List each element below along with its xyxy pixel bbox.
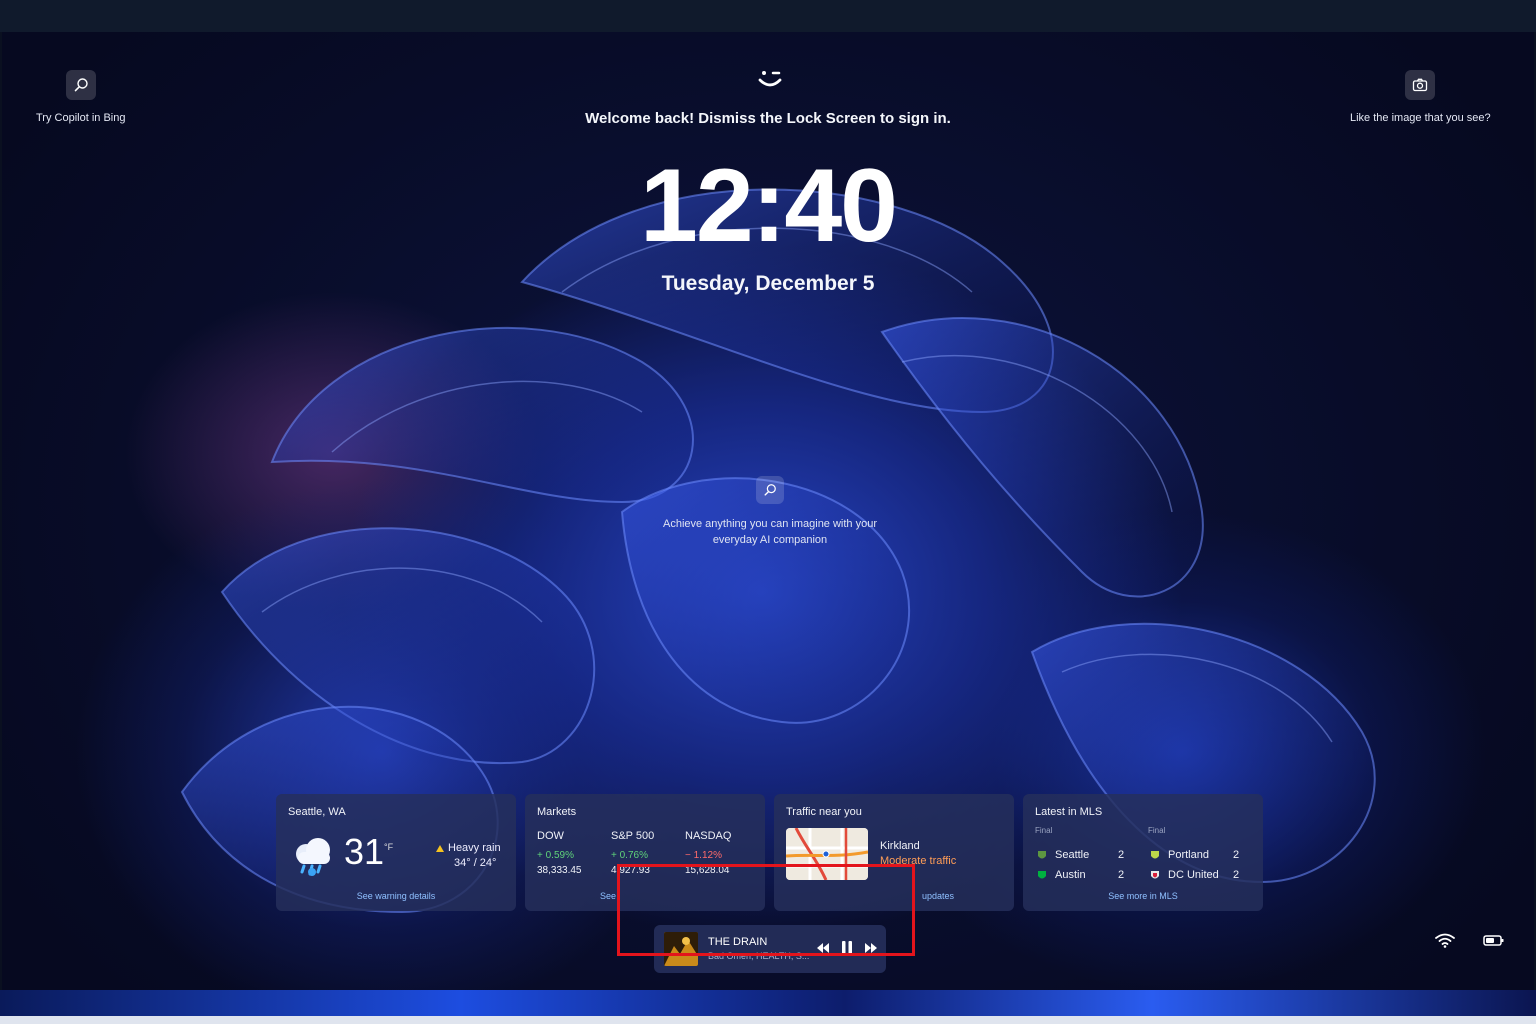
window-frame-top [0, 0, 1536, 32]
search-icon [74, 78, 88, 92]
portland-crest-icon [1151, 850, 1159, 858]
weather-warning-link[interactable]: See warning details [276, 891, 516, 901]
camera-button[interactable] [1405, 70, 1436, 100]
welcome-message: Welcome back! Dismiss the Lock Screen to… [585, 110, 951, 127]
traffic-link[interactable]: updates [922, 891, 954, 901]
mls-widget[interactable]: Latest in MLS Final Final Seattle 2 Aust… [1023, 794, 1263, 911]
match-status: Final [1035, 826, 1053, 835]
weather-unit: °F [384, 842, 394, 852]
team-name: DC United [1168, 869, 1219, 881]
copilot-search-button[interactable] [65, 70, 96, 100]
market-change: + 0.59% [537, 850, 574, 861]
market-change: + 0.76% [611, 850, 648, 861]
lock-screen[interactable]: Try Copilot in Bing Like the image that … [2, 32, 1534, 990]
warning-icon [436, 844, 444, 852]
market-name: S&P 500 [611, 830, 655, 842]
team-score: 2 [1118, 849, 1125, 861]
market-change: − 1.12% [685, 850, 722, 861]
team-row: Portland 2 [1150, 849, 1250, 861]
media-player-highlight-box [617, 864, 915, 956]
ai-companion-button[interactable] [756, 476, 784, 504]
weather-condition: Heavy rain [436, 842, 501, 854]
window-frame-bottom-strip [0, 1016, 1536, 1024]
search-icon [764, 484, 776, 496]
markets-title: Markets [537, 806, 577, 818]
battery-icon[interactable] [1483, 932, 1505, 948]
lock-clock: 12:40 [640, 148, 898, 264]
austin-crest-icon [1038, 870, 1046, 878]
traffic-city: Kirkland [880, 840, 920, 852]
weather-location: Seattle, WA [288, 806, 346, 818]
ai-companion-prompt-line1: Achieve anything you can imagine with yo… [662, 518, 877, 530]
team-name: Portland [1168, 849, 1209, 861]
mls-link[interactable]: See more in MLS [1023, 891, 1263, 901]
weather-temperature: 31 [344, 831, 385, 872]
team-name: Seattle [1055, 849, 1090, 861]
traffic-title: Traffic near you [786, 806, 862, 818]
team-row: DC United 2 [1150, 869, 1250, 881]
market-value: 38,333.45 [537, 865, 582, 876]
mls-title: Latest in MLS [1035, 806, 1103, 818]
weather-range: 34° / 24° [454, 857, 497, 869]
ai-companion-prompt-line2: everyday AI companion [712, 534, 828, 546]
markets-link[interactable]: See [600, 891, 616, 901]
market-name: NASDAQ [685, 830, 732, 842]
wifi-icon[interactable] [1434, 932, 1456, 948]
face-sign-in-icon [758, 71, 782, 87]
weather-widget[interactable]: Seattle, WA 31 °F Heavy rain 34° / 24° S… [276, 794, 516, 911]
camera-icon [1413, 78, 1428, 92]
team-row: Austin 2 [1037, 869, 1137, 881]
team-score: 2 [1233, 849, 1240, 861]
ai-companion-prompt: Achieve anything you can imagine with yo… [632, 516, 908, 548]
team-score: 2 [1118, 869, 1125, 881]
dc-united-crest-icon [1151, 870, 1159, 878]
weather-condition-text: Heavy rain [448, 842, 501, 854]
lock-date: Tuesday, December 5 [661, 272, 875, 295]
team-row: Seattle 2 [1037, 849, 1137, 861]
heavy-rain-icon [296, 838, 330, 876]
market-name: DOW [537, 830, 564, 842]
match-status: Final [1148, 826, 1166, 835]
seattle-crest-icon [1038, 850, 1046, 858]
team-score: 2 [1233, 869, 1240, 881]
market-dow: DOW + 0.59% 38,333.45 [537, 830, 609, 876]
team-name: Austin [1055, 869, 1086, 881]
